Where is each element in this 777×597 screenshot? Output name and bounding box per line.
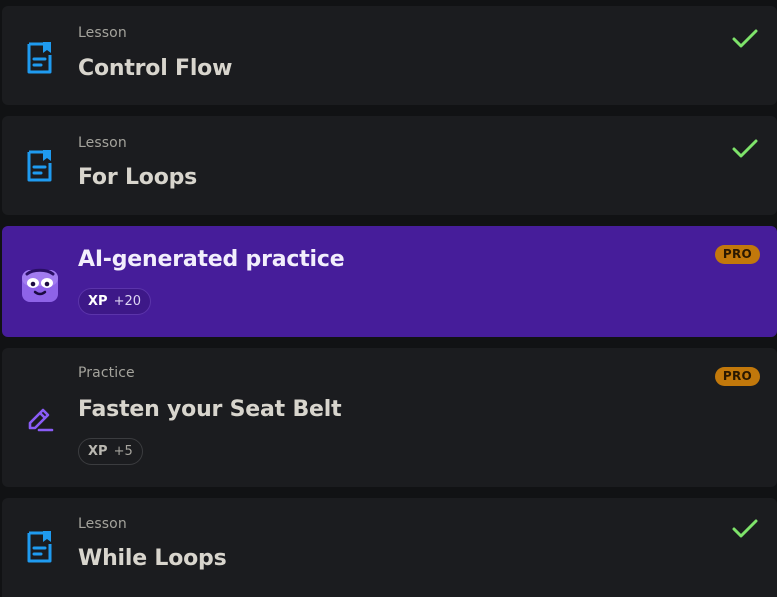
xp-label: XP	[88, 444, 108, 459]
item-title[interactable]: Fasten your Seat Belt	[78, 397, 342, 422]
xp-reward-pill: XP +5	[78, 438, 143, 465]
item-title[interactable]: While Loops	[78, 546, 227, 571]
lesson-item-while-loops[interactable]: Lesson While Loops	[2, 498, 777, 597]
check-icon	[731, 517, 759, 541]
ai-robot-mascot-icon	[19, 264, 61, 304]
check-icon	[731, 137, 759, 161]
item-kind-label: Lesson	[78, 25, 127, 41]
practice-item-ai-generated[interactable]: AI-generated practice PRO XP +20	[2, 226, 777, 337]
lesson-document-icon	[21, 147, 59, 185]
curriculum-list: Lesson Control Flow Lesson For Loops AI-…	[0, 0, 777, 597]
pro-badge: PRO	[714, 367, 760, 386]
pencil-practice-icon	[21, 399, 59, 437]
lesson-document-icon	[21, 39, 59, 77]
lesson-document-icon	[21, 528, 59, 566]
xp-reward-pill: XP +20	[78, 288, 151, 315]
item-kind-label: Lesson	[78, 516, 127, 532]
xp-label: XP	[88, 294, 108, 309]
check-icon	[731, 27, 759, 51]
practice-item-fasten-seat-belt[interactable]: Practice Fasten your Seat Belt PRO XP +5	[2, 348, 777, 487]
item-title[interactable]: AI-generated practice	[78, 247, 345, 272]
lesson-item-for-loops[interactable]: Lesson For Loops	[2, 116, 777, 215]
item-kind-label: Lesson	[78, 135, 127, 151]
pro-badge: PRO	[714, 245, 760, 264]
lesson-item-control-flow[interactable]: Lesson Control Flow	[2, 6, 777, 105]
item-kind-label: Practice	[78, 365, 135, 381]
xp-value: +5	[113, 444, 133, 459]
item-title[interactable]: For Loops	[78, 165, 197, 190]
item-title[interactable]: Control Flow	[78, 56, 232, 81]
xp-value: +20	[113, 294, 141, 309]
